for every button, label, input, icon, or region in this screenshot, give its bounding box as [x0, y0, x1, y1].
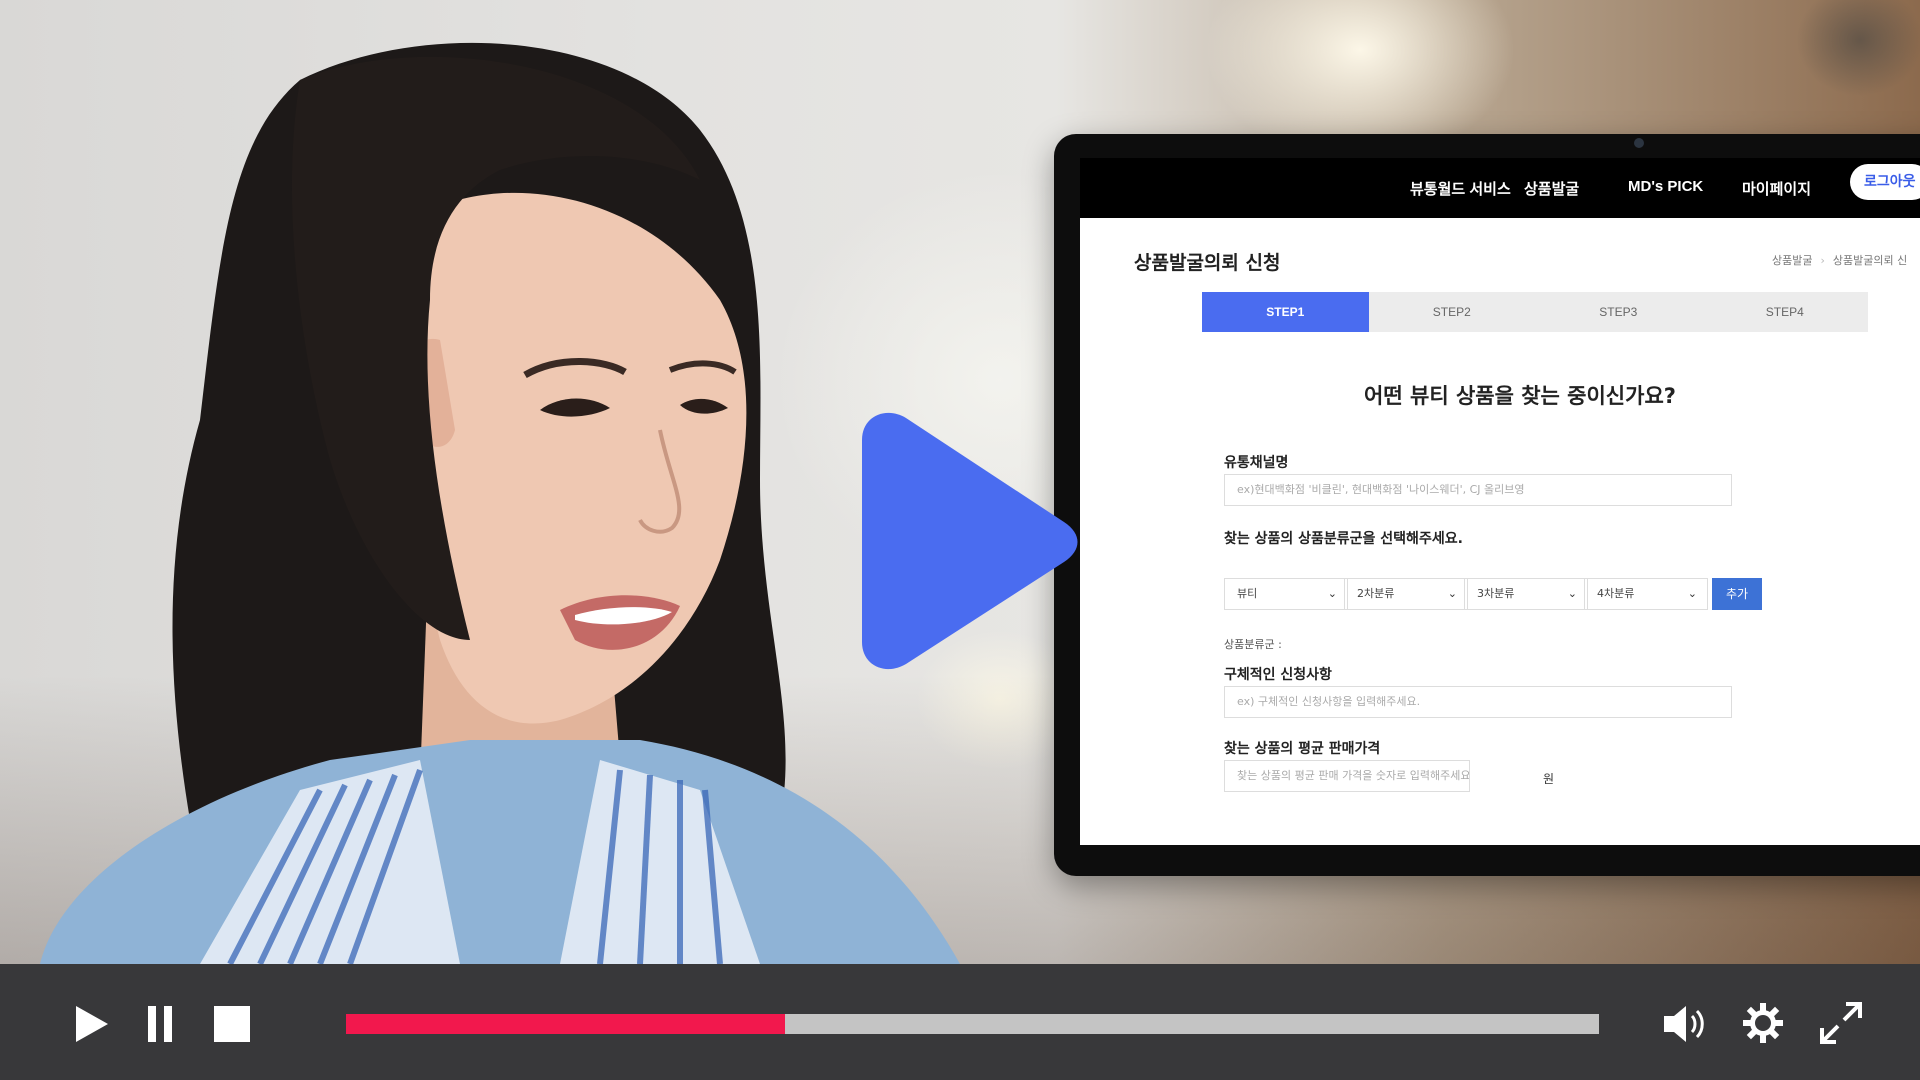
page-title: 상품발굴의뢰 신청	[1134, 252, 1281, 274]
nav-item-service[interactable]: 뷰통월드 서비스	[1410, 178, 1511, 199]
category-select-3[interactable]: 3차분류 ⌄	[1464, 578, 1588, 610]
form-question: 어떤 뷰티 상품을 찾는 중이신가요?	[1364, 384, 1676, 408]
select-value: 3차분류	[1477, 587, 1515, 600]
monitor: 뷰통월드 서비스 상품발굴 MD's PICK 마이페이지 로그아웃 상품발굴의…	[1054, 134, 1920, 876]
breadcrumb-item[interactable]: 상품발굴의뢰 신	[1833, 254, 1907, 267]
progress-fill	[346, 1014, 785, 1034]
selected-category-note: 상품분류군 :	[1224, 638, 1282, 651]
detail-input[interactable]: ex) 구체적인 신청사항을 입력해주세요.	[1224, 686, 1732, 718]
tab-step4[interactable]: STEP4	[1702, 292, 1869, 332]
camera-icon	[1634, 138, 1644, 148]
category-label: 찾는 상품의 상품분류군을 선택해주세요.	[1224, 531, 1463, 547]
settings-icon[interactable]	[1742, 1002, 1784, 1044]
chevron-down-icon: ⌄	[1567, 587, 1577, 600]
price-input[interactable]: 찾는 상품의 평균 판매 가격을 숫자로 입력해주세요.	[1224, 760, 1470, 792]
breadcrumb-item[interactable]: 상품발굴	[1772, 254, 1812, 267]
nav-item-discovery[interactable]: 상품발굴	[1524, 178, 1579, 199]
price-label: 찾는 상품의 평균 판매가격	[1224, 741, 1381, 757]
chevron-down-icon: ⌄	[1447, 587, 1457, 600]
stop-icon[interactable]	[212, 1004, 252, 1044]
site-navbar: 뷰통월드 서비스 상품발굴 MD's PICK 마이페이지 로그아웃	[1080, 158, 1920, 218]
tab-step3[interactable]: STEP3	[1535, 292, 1702, 332]
breadcrumb-separator-icon: ›	[1820, 254, 1825, 267]
nav-item-mypage[interactable]: 마이페이지	[1742, 178, 1811, 199]
category-select-1[interactable]: 뷰티 ⌄	[1224, 578, 1348, 610]
select-value: 뷰티	[1237, 587, 1258, 600]
select-value: 4차분류	[1597, 587, 1635, 600]
tab-step1[interactable]: STEP1	[1202, 292, 1369, 332]
detail-label: 구체적인 신청사항	[1224, 667, 1332, 683]
chevron-down-icon: ⌄	[1687, 587, 1697, 600]
logout-button[interactable]: 로그아웃	[1850, 164, 1920, 200]
category-select-2[interactable]: 2차분류 ⌄	[1344, 578, 1468, 610]
breadcrumb: 상품발굴 › 상품발굴의뢰 신	[1772, 252, 1907, 268]
category-select-4[interactable]: 4차분류 ⌄	[1584, 578, 1708, 610]
volume-icon[interactable]	[1662, 1002, 1708, 1046]
play-icon[interactable]	[74, 1004, 110, 1044]
progress-bar[interactable]	[346, 1014, 1599, 1034]
big-play-icon[interactable]	[842, 410, 1082, 672]
channel-label: 유통채널명	[1224, 455, 1289, 471]
nav-item-mds-pick[interactable]: MD's PICK	[1628, 178, 1703, 195]
channel-input[interactable]: ex)현대백화점 '비클린', 현대백화점 '나이스웨더', CJ 올리브영	[1224, 474, 1732, 506]
chevron-down-icon: ⌄	[1327, 587, 1337, 600]
step-tabs: STEP1 STEP2 STEP3 STEP4	[1202, 292, 1868, 332]
video-frame[interactable]: 뷰통월드 서비스 상품발굴 MD's PICK 마이페이지 로그아웃 상품발굴의…	[0, 0, 1920, 964]
fullscreen-icon[interactable]	[1818, 1000, 1864, 1046]
pause-icon[interactable]	[146, 1004, 174, 1044]
website-screen: 뷰통월드 서비스 상품발굴 MD's PICK 마이페이지 로그아웃 상품발굴의…	[1080, 158, 1920, 845]
player-controls	[0, 964, 1920, 1080]
select-value: 2차분류	[1357, 587, 1395, 600]
price-unit: 원	[1543, 772, 1555, 786]
add-category-button[interactable]: 추가	[1712, 578, 1762, 610]
tab-step2[interactable]: STEP2	[1369, 292, 1536, 332]
